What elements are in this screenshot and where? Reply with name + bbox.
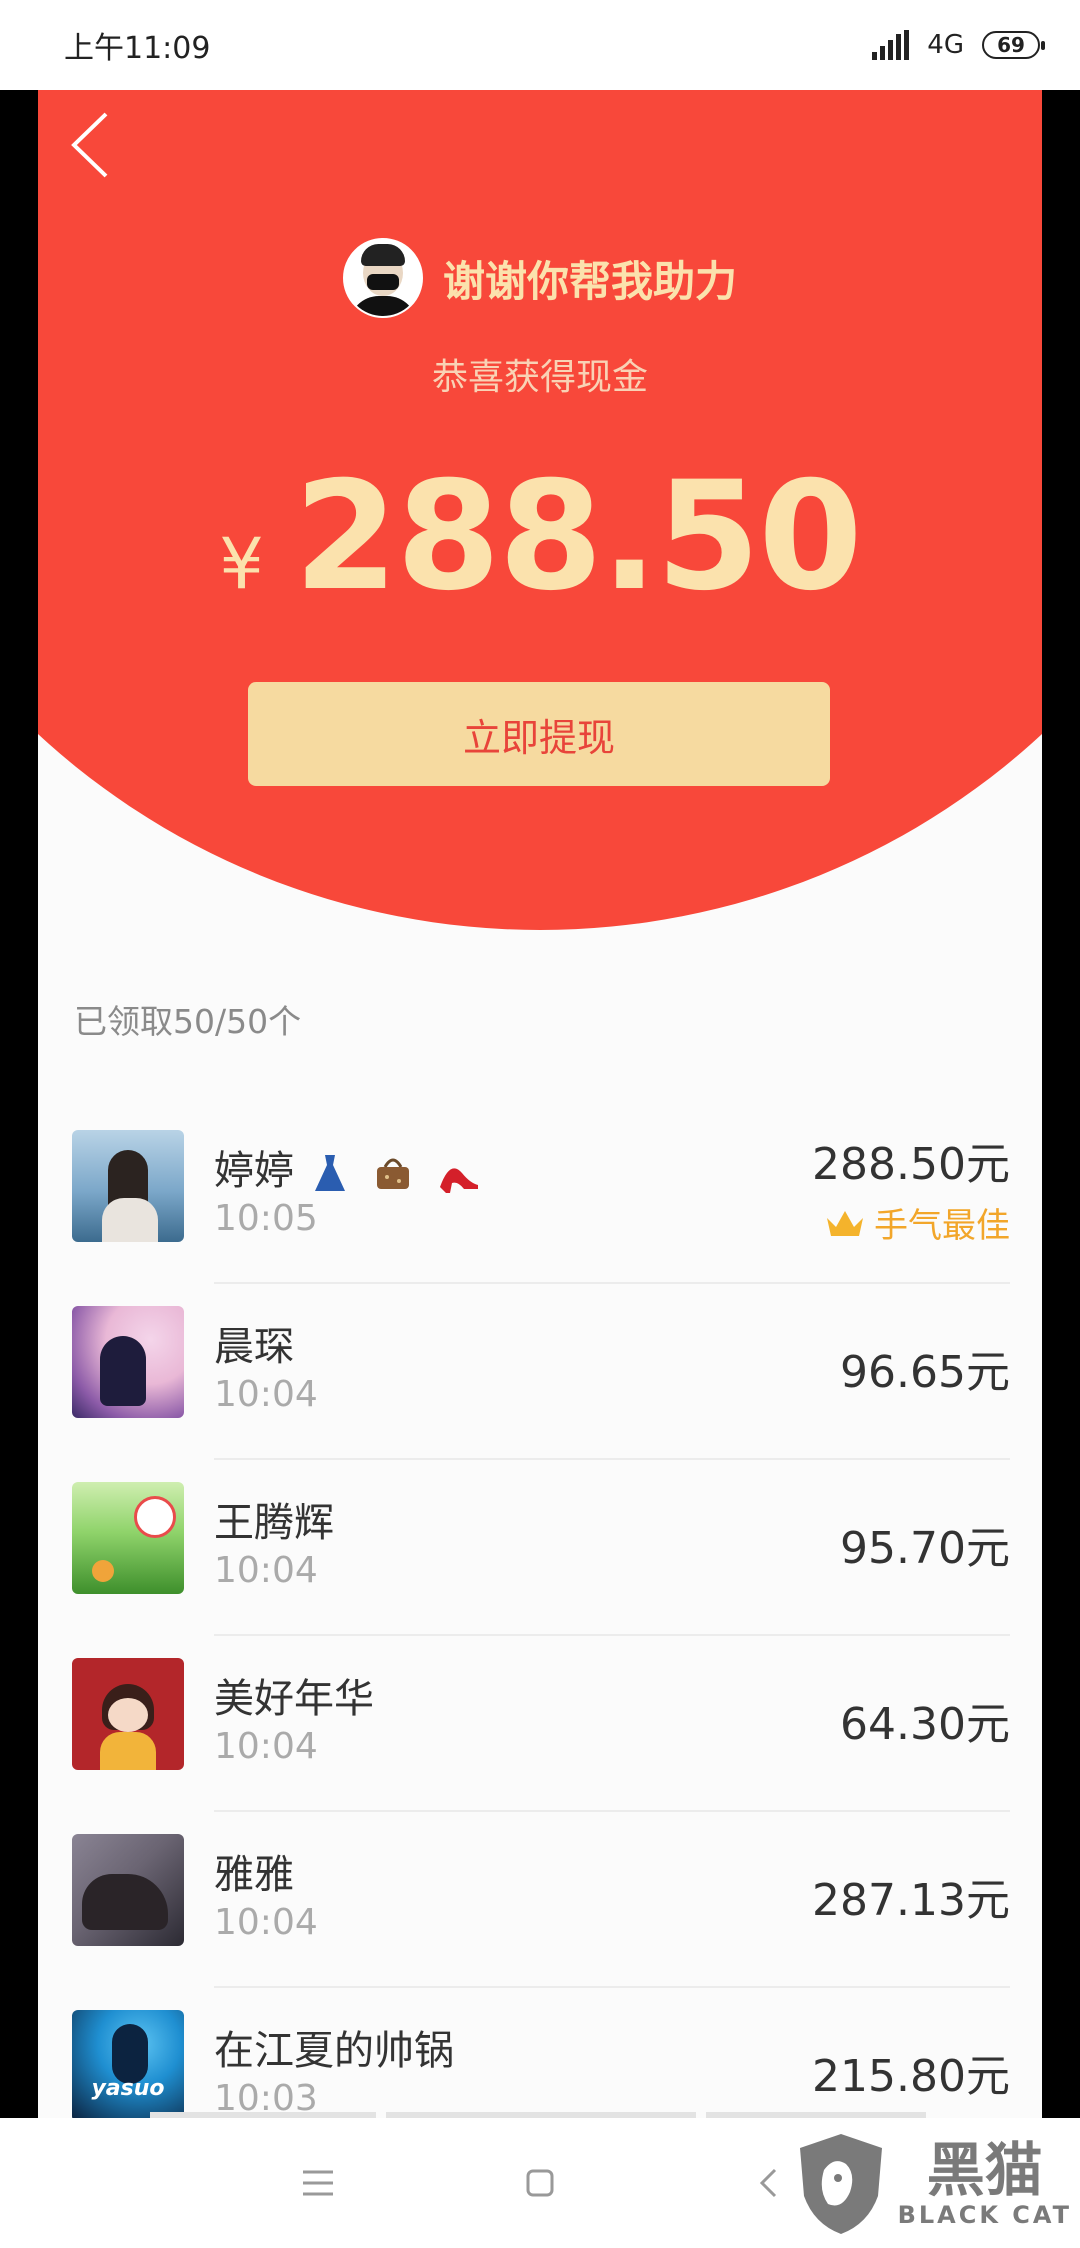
subtitle: 恭喜获得现金 <box>431 357 648 398</box>
header: 谢谢你帮我助力 <box>38 238 1042 318</box>
record-amount: 95.70元 <box>840 1523 1010 1574</box>
record-name: 晨琛 <box>214 1324 294 1370</box>
record-time: 10:04 <box>214 1374 318 1415</box>
status-bar: 上午11:09 4G 69 <box>0 0 1080 90</box>
avatar <box>72 1130 184 1242</box>
amount-display: ¥ 288.50 <box>38 450 1042 624</box>
chevron-left-icon <box>759 2168 777 2198</box>
amount-value: 288.50 <box>293 450 863 624</box>
list-item[interactable]: 晨琛 10:04 96.65元 <box>38 1284 1042 1460</box>
record-time: 10:04 <box>214 1902 318 1943</box>
record-name: 王腾辉 <box>214 1500 334 1546</box>
record-name: 美好年华 <box>214 1676 374 1722</box>
chevron-left-icon <box>71 112 108 178</box>
avatar-text: yasuo <box>91 2076 165 2101</box>
high-heel-icon <box>440 1168 479 1193</box>
header-title: 谢谢你帮我助力 <box>442 256 737 306</box>
claimed-count: 已领取50/50个 <box>74 1002 302 1041</box>
shield-cat-icon <box>799 2134 882 2234</box>
list-item[interactable]: yasuo 在江夏的帅锅 10:03 215.80元 <box>38 1988 1042 2118</box>
record-name: 在江夏的帅锅 <box>214 2028 454 2074</box>
host-avatar <box>342 238 423 318</box>
crown-icon <box>827 1210 863 1236</box>
avatar <box>72 1834 184 1946</box>
list-item[interactable]: 王腾辉 10:04 95.70元 <box>38 1460 1042 1636</box>
handbag-icon <box>377 1158 410 1189</box>
battery-level: 69 <box>997 33 1025 57</box>
record-amount: 287.13元 <box>812 1875 1010 1926</box>
record-name: 雅雅 <box>214 1852 294 1898</box>
battery-icon: 69 <box>982 31 1045 59</box>
avatar <box>72 1658 184 1770</box>
record-time: 10:04 <box>214 1726 318 1767</box>
record-amount: 288.50元 <box>812 1139 1010 1190</box>
avatar: yasuo <box>72 2010 184 2118</box>
record-amount: 64.30元 <box>840 1699 1010 1750</box>
watermark-cn: 黑猫 <box>926 2136 1043 2204</box>
signal-icon <box>872 30 910 60</box>
record-list: 婷婷 10:05 288.50元 手气最佳 晨琛 10:04 96.65元 王腾… <box>38 1108 1042 2118</box>
withdraw-button[interactable]: 立即提现 <box>248 682 830 786</box>
watermark: 黑猫 BLACK CAT <box>794 2130 1072 2238</box>
best-luck-label: 手气最佳 <box>874 1206 1010 1246</box>
red-packet-page: 谢谢你帮我助力 恭喜获得现金 ¥ 288.50 立即提现 已领取50/50个 婷… <box>38 90 1042 2118</box>
currency-symbol: ¥ <box>219 523 264 605</box>
record-time: 10:04 <box>214 1550 318 1591</box>
record-name: 婷婷 <box>214 1138 480 1196</box>
avatar <box>72 1482 184 1594</box>
home-button[interactable] <box>480 2118 600 2248</box>
status-icons: 4G 69 <box>872 30 1045 60</box>
status-time: 上午11:09 <box>64 31 211 66</box>
menu-button[interactable] <box>258 2118 378 2248</box>
record-time: 10:05 <box>214 1198 318 1239</box>
back-button[interactable] <box>68 110 148 190</box>
network-type: 4G <box>927 30 964 60</box>
record-amount: 215.80元 <box>812 2051 1010 2102</box>
list-item[interactable]: 雅雅 10:04 287.13元 <box>38 1812 1042 1988</box>
list-item[interactable]: 婷婷 10:05 288.50元 手气最佳 <box>38 1108 1042 1284</box>
watermark-en: BLACK CAT <box>897 2201 1072 2229</box>
dress-icon <box>314 1155 345 1191</box>
square-icon <box>526 2169 554 2197</box>
record-name-text: 婷婷 <box>214 1148 294 1194</box>
avatar <box>72 1306 184 1418</box>
menu-icon <box>303 2170 333 2196</box>
best-luck-badge: 手气最佳 <box>824 1198 1010 1247</box>
record-amount: 96.65元 <box>840 1347 1010 1398</box>
list-item[interactable]: 美好年华 10:04 64.30元 <box>38 1636 1042 1812</box>
